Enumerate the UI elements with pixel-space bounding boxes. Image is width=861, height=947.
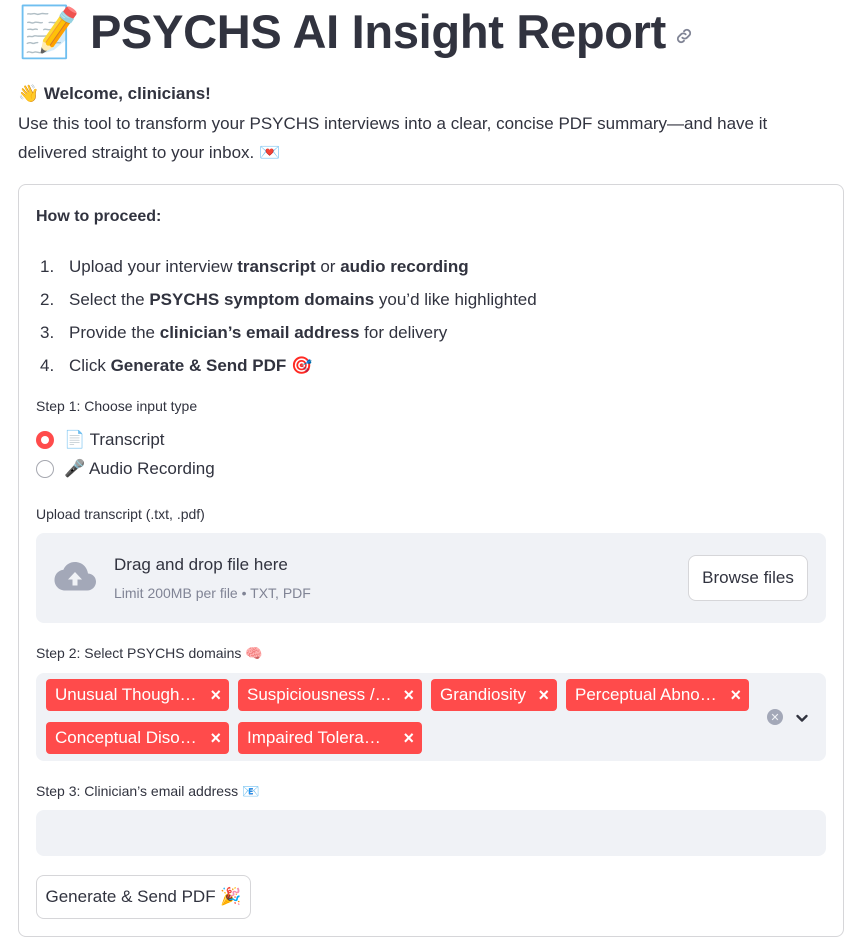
domain-tag-label: Suspiciousness /… — [247, 685, 392, 704]
domain-tag-label: Unusual Though… — [55, 685, 197, 704]
email-field[interactable] — [36, 810, 826, 856]
instructions-list: 1. Upload your interview transcript or au… — [36, 250, 537, 382]
love-letter-emoji: 💌 — [258, 143, 281, 162]
domain-tag: Grandiosity × — [431, 679, 557, 711]
wave-emoji: 👋 — [18, 84, 40, 103]
welcome-line: 👋 Welcome, clinicians! — [18, 82, 211, 106]
welcome-text: Welcome, clinicians! — [43, 84, 211, 103]
domain-tag: Suspiciousness /… × — [238, 679, 422, 711]
radio-unselected-icon[interactable] — [36, 460, 54, 478]
radio-audio-recording[interactable]: 🎤 Audio Recording — [36, 459, 215, 479]
step2-label: Step 2: Select PSYCHS domains 🧠 — [36, 645, 263, 661]
link-icon[interactable] — [674, 26, 694, 46]
radio-transcript[interactable]: 📄 Transcript — [36, 430, 165, 450]
remove-tag-icon[interactable]: × — [403, 728, 414, 749]
instruction-step: 4. Click Generate & Send PDF 🎯 — [40, 355, 313, 375]
generate-send-pdf-button[interactable]: Generate & Send PDF 🎉 — [36, 875, 251, 919]
instruction-step: 3. Provide the clinician’s email address … — [40, 322, 448, 342]
memo-emoji: 📝 — [18, 3, 81, 61]
domain-tag-label: Impaired Tolera… — [247, 728, 381, 747]
instruction-step: 2. Select the PSYCHS symptom domains you’… — [40, 289, 537, 309]
domain-tag: Perceptual Abno… × — [566, 679, 749, 711]
step3-label: Step 3: Clinician’s email address 📧 — [36, 783, 260, 799]
domain-tag-label: Perceptual Abno… — [575, 685, 717, 704]
remove-tag-icon[interactable]: × — [210, 728, 221, 749]
cloud-upload-icon — [54, 562, 96, 591]
upload-label: Upload transcript (.txt, .pdf) — [36, 506, 205, 522]
remove-tag-icon[interactable]: × — [538, 685, 549, 706]
domain-tag-label: Conceptual Diso… — [55, 728, 197, 747]
file-dropzone[interactable]: Drag and drop file here Limit 200MB per … — [36, 533, 826, 623]
domain-tag: Impaired Tolera… × — [238, 722, 422, 754]
browse-files-button[interactable]: Browse files — [688, 555, 808, 601]
page-title: PSYCHS AI Insight Report — [90, 5, 666, 58]
remove-tag-icon[interactable]: × — [730, 685, 741, 706]
radio-transcript-label: 📄 Transcript — [64, 430, 165, 449]
domains-multiselect[interactable]: Unusual Though… × Suspiciousness /… × Gr… — [36, 673, 826, 761]
page-header: 📝 PSYCHS AI Insight Report — [18, 2, 694, 62]
remove-tag-icon[interactable]: × — [403, 685, 414, 706]
remove-tag-icon[interactable]: × — [210, 685, 221, 706]
chevron-down-icon[interactable] — [794, 710, 810, 726]
intro-text: Use this tool to transform your PSYCHS i… — [18, 114, 768, 162]
dropzone-title: Drag and drop file here — [114, 555, 288, 574]
instructions-heading: How to proceed: — [36, 208, 162, 225]
domain-tag: Unusual Though… × — [46, 679, 229, 711]
instruction-step: 1. Upload your interview transcript or au… — [40, 256, 469, 276]
dropzone-limit-text: Limit 200MB per file • TXT, PDF — [114, 585, 311, 601]
clear-all-icon[interactable]: ✕ — [767, 709, 783, 725]
step1-label: Step 1: Choose input type — [36, 398, 198, 414]
domain-tag: Conceptual Diso… × — [46, 722, 229, 754]
radio-audio-label: 🎤 Audio Recording — [64, 459, 215, 478]
radio-selected-icon[interactable] — [36, 431, 54, 449]
domain-tag-label: Grandiosity — [440, 685, 526, 704]
intro-paragraph: Use this tool to transform your PSYCHS i… — [18, 109, 838, 167]
